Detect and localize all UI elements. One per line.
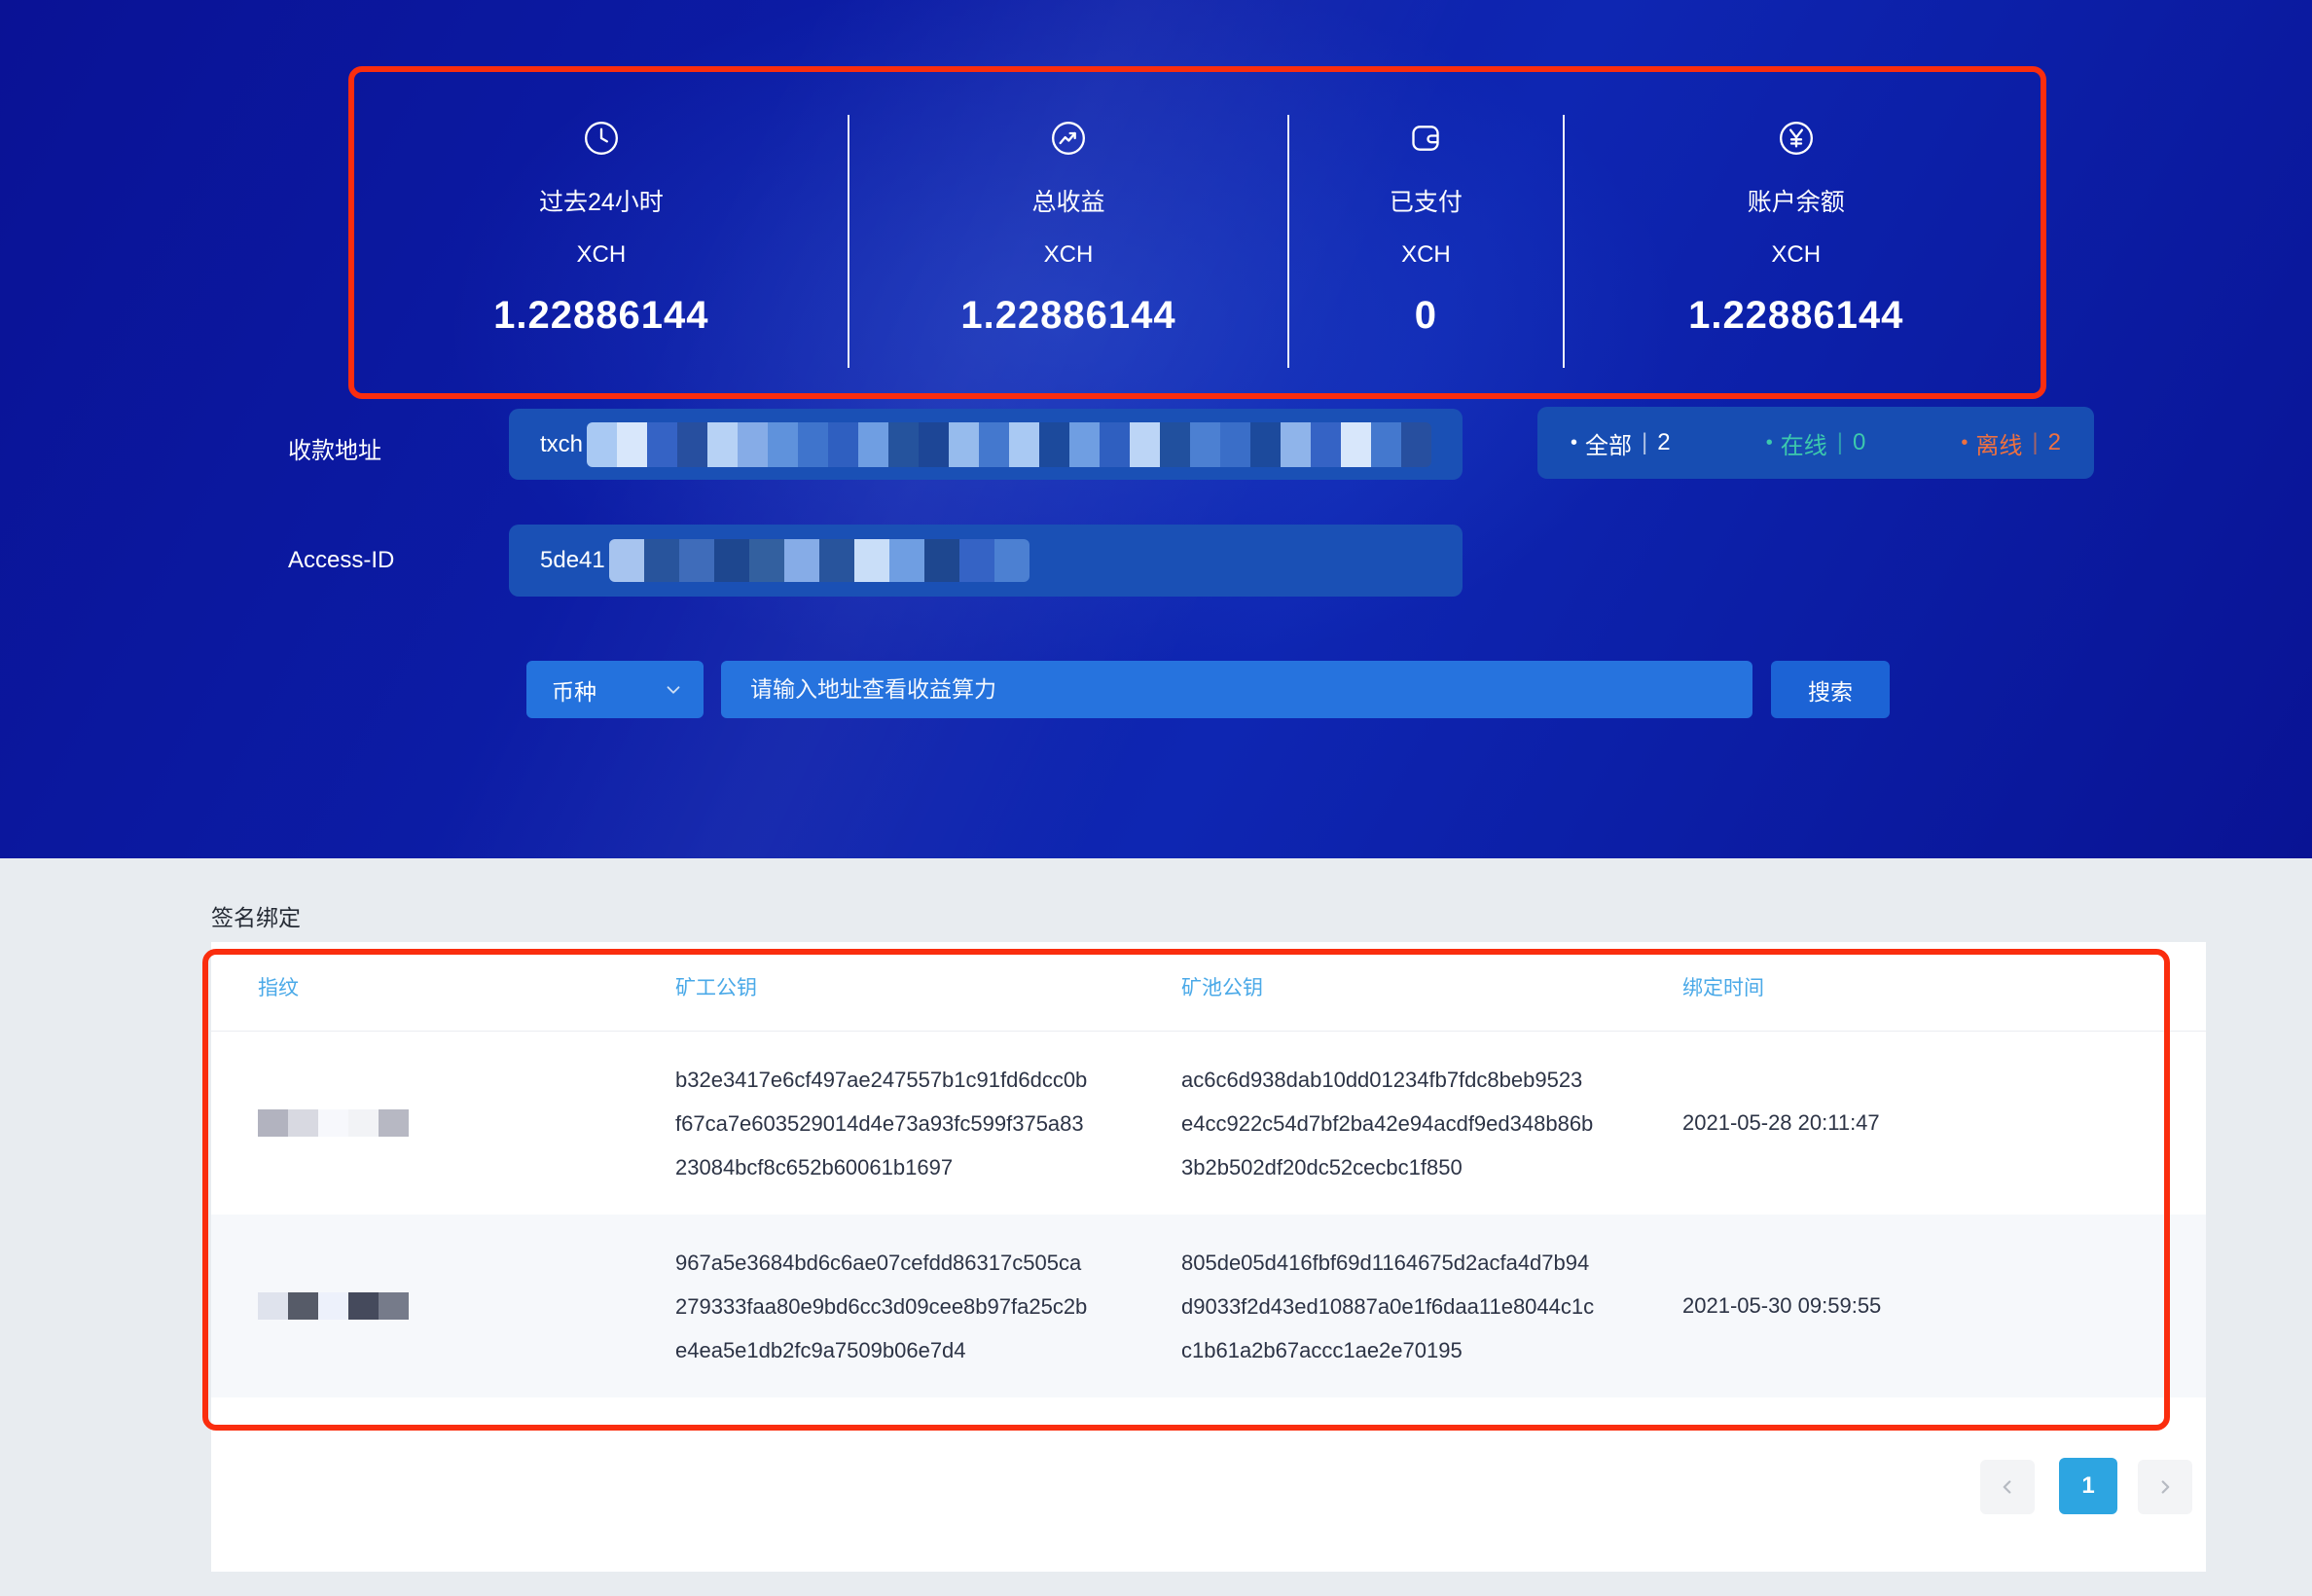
workers-all[interactable]: • 全部 | 2 <box>1571 426 1671 460</box>
pagination-page-1[interactable]: 1 <box>2059 1458 2117 1514</box>
chevron-right-icon <box>2154 1476 2176 1498</box>
payout-address-field[interactable]: txch <box>509 409 1463 480</box>
chevron-left-icon <box>1997 1476 2018 1498</box>
separator: | <box>2032 429 2038 456</box>
table-row[interactable]: b32e3417e6cf497ae247557b1c91fd6dcc0b f67… <box>211 1032 2206 1215</box>
search-input[interactable] <box>721 661 1752 718</box>
fingerprint-redacted <box>258 1109 675 1137</box>
access-id-field[interactable]: 5de41 <box>509 525 1463 597</box>
stat-value: 1.22886144 <box>1688 294 1903 338</box>
payout-address-label: 收款地址 <box>288 431 381 465</box>
column-header-pool-pubkey: 矿池公钥 <box>1181 972 1682 1001</box>
column-header-bind-time: 绑定时间 <box>1682 972 2206 1001</box>
stat-account-balance: 账户余额 XCH 1.22886144 <box>1564 72 2029 381</box>
wallet-icon <box>1406 119 1445 158</box>
pool-pubkey-cell: 805de05d416fbf69d1164675d2acfa4d7b94 d90… <box>1181 1241 1682 1372</box>
payout-address-prefix: txch <box>540 431 583 458</box>
stats-panel: 过去24小时 XCH 1.22886144 总收益 XCH 1.22886144… <box>354 72 2029 381</box>
stat-unit: XCH <box>1771 241 1821 269</box>
stat-unit: XCH <box>577 241 627 269</box>
workers-online-label: 在线 <box>1781 426 1827 460</box>
signature-binding-card: 指纹 矿工公钥 矿池公钥 绑定时间 b32e3417e6cf497ae24755… <box>211 942 2206 1572</box>
yen-circle-icon <box>1777 119 1816 158</box>
currency-select-label: 币种 <box>552 673 596 707</box>
workers-online[interactable]: • 在线 | 0 <box>1766 426 1866 460</box>
stat-value: 1.22886144 <box>493 294 708 338</box>
stat-value: 0 <box>1415 294 1437 338</box>
stat-unit: XCH <box>1401 241 1451 269</box>
access-id-redacted <box>609 539 1030 582</box>
stat-label: 账户余额 <box>1748 183 1845 218</box>
column-header-miner-pubkey: 矿工公钥 <box>675 972 1181 1001</box>
currency-select[interactable]: 币种 <box>526 661 704 718</box>
signature-binding-title: 签名绑定 <box>211 899 301 932</box>
search-button-label: 搜索 <box>1808 673 1853 707</box>
pool-pubkey-cell: ac6c6d938dab10dd01234fb7fdc8beb9523 e4cc… <box>1181 1058 1682 1189</box>
bind-time-cell: 2021-05-30 09:59:55 <box>1682 1293 2206 1319</box>
column-header-fingerprint: 指纹 <box>211 972 675 1001</box>
pagination-prev-button[interactable] <box>1980 1460 2035 1514</box>
bullet-icon: • <box>1961 432 1968 454</box>
stat-label: 已支付 <box>1390 183 1463 218</box>
bullet-icon: • <box>1571 432 1577 454</box>
access-id-prefix: 5de41 <box>540 547 605 574</box>
pagination-next-button[interactable] <box>2138 1460 2192 1514</box>
table-header: 指纹 矿工公钥 矿池公钥 绑定时间 <box>211 942 2206 1032</box>
hero-section: 过去24小时 XCH 1.22886144 总收益 XCH 1.22886144… <box>0 0 2312 858</box>
stat-value: 1.22886144 <box>960 294 1175 338</box>
fingerprint-redacted <box>258 1292 675 1320</box>
stat-last-24h: 过去24小时 XCH 1.22886144 <box>354 72 849 381</box>
search-button[interactable]: 搜索 <box>1771 661 1890 718</box>
separator: | <box>1642 429 1647 456</box>
stat-paid: 已支付 XCH 0 <box>1288 72 1563 381</box>
workers-all-count: 2 <box>1657 429 1670 456</box>
access-id-label: Access-ID <box>288 547 394 574</box>
mining-pool-dashboard: 过去24小时 XCH 1.22886144 总收益 XCH 1.22886144… <box>0 0 2312 1596</box>
clock-icon <box>582 119 621 158</box>
trend-up-icon <box>1049 119 1088 158</box>
bullet-icon: • <box>1766 432 1773 454</box>
stat-label: 过去24小时 <box>539 183 664 218</box>
separator: | <box>1837 429 1843 456</box>
stat-label: 总收益 <box>1031 183 1104 218</box>
table-row[interactable]: 967a5e3684bd6c6ae07cefdd86317c505ca 2793… <box>211 1215 2206 1397</box>
chevron-down-icon <box>663 679 684 701</box>
stat-total-income: 总收益 XCH 1.22886144 <box>849 72 1289 381</box>
bind-time-cell: 2021-05-28 20:11:47 <box>1682 1110 2206 1136</box>
miner-pubkey-cell: b32e3417e6cf497ae247557b1c91fd6dcc0b f67… <box>675 1058 1181 1189</box>
stat-unit: XCH <box>1044 241 1094 269</box>
payout-address-redacted <box>587 422 1431 467</box>
workers-offline[interactable]: • 离线 | 2 <box>1961 426 2061 460</box>
miner-pubkey-cell: 967a5e3684bd6c6ae07cefdd86317c505ca 2793… <box>675 1241 1181 1372</box>
workers-status-box: • 全部 | 2 • 在线 | 0 • 离线 | 2 <box>1537 407 2094 479</box>
workers-all-label: 全部 <box>1585 426 1632 460</box>
workers-online-count: 0 <box>1853 429 1865 456</box>
workers-offline-label: 离线 <box>1975 426 2022 460</box>
workers-offline-count: 2 <box>2048 429 2061 456</box>
